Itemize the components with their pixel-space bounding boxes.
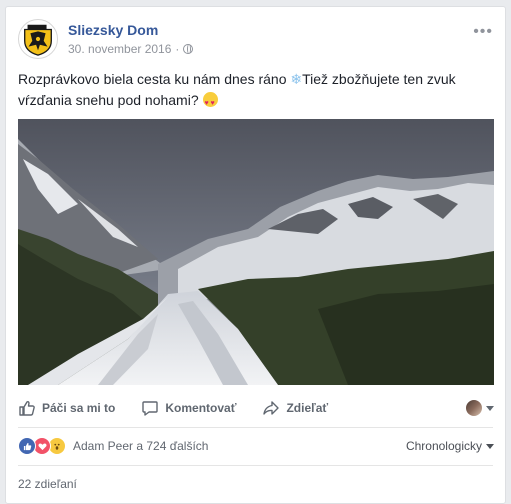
share-icon <box>263 401 280 415</box>
like-label: Páči sa mi to <box>42 401 116 415</box>
thumbs-up-icon <box>19 400 35 416</box>
more-icon: ••• <box>473 23 493 40</box>
post-as-selector[interactable] <box>466 400 494 416</box>
page-name-link[interactable]: Sliezsky Dom <box>68 22 158 38</box>
heart-eyes-icon <box>202 92 218 114</box>
post-date[interactable]: 30. november 2016 <box>68 42 171 56</box>
snowflake-icon: ❄ <box>290 71 303 87</box>
reactions-summary: Adam Peer a 724 ďalších Chronologicky <box>18 435 494 457</box>
comment-button[interactable]: Komentovať <box>141 399 236 417</box>
post-header: Sliezsky Dom 30. november 2016 · ••• <box>18 19 493 61</box>
divider <box>18 465 493 466</box>
post-message: Rozprávkovo biela cesta ku nám dnes ráno… <box>18 69 488 114</box>
like-button[interactable]: Páči sa mi to <box>18 399 115 417</box>
chevron-down-icon <box>486 405 494 411</box>
comment-sort-dropdown[interactable]: Chronologicky <box>406 439 494 453</box>
message-text-1: Rozprávkovo biela cesta ku nám dnes ráno <box>18 71 291 87</box>
page-avatar[interactable] <box>18 19 58 59</box>
globe-icon <box>183 44 194 54</box>
like-reaction-icon <box>18 437 36 455</box>
post-meta: 30. november 2016 · <box>68 42 194 56</box>
more-options-button[interactable]: ••• <box>473 23 493 41</box>
reactors-link[interactable]: Adam Peer a 724 ďalších <box>73 439 208 453</box>
post-photo[interactable] <box>18 119 494 385</box>
crest-logo <box>24 24 52 56</box>
chevron-down-icon <box>486 443 494 449</box>
sort-label: Chronologicky <box>405 439 482 453</box>
divider <box>18 427 493 428</box>
post-actions: Páči sa mi to Komentovať Zdieľať <box>18 393 494 423</box>
post-card: Sliezsky Dom 30. november 2016 · ••• Roz… <box>5 6 506 504</box>
share-label: Zdieľať <box>286 401 329 415</box>
reaction-icons[interactable] <box>18 437 66 455</box>
snowy-road-image <box>18 119 494 385</box>
comment-label: Komentovať <box>165 401 237 415</box>
viewer-avatar <box>466 400 482 416</box>
comment-icon <box>142 401 159 416</box>
share-button[interactable]: Zdieľať <box>262 399 328 417</box>
shares-count-link[interactable]: 22 zdieľaní <box>18 477 77 491</box>
meta-separator: · <box>175 42 180 56</box>
